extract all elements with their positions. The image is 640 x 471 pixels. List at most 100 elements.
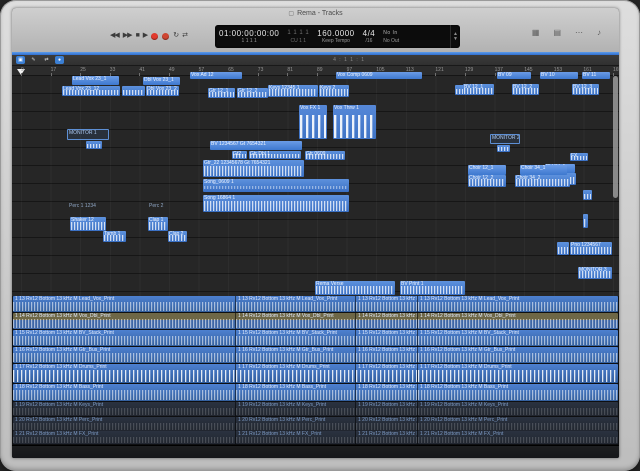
audio-region-segment[interactable]: 1 19 Rv12 Bottom 13 kHz M Keys_Print: [355, 402, 417, 416]
audio-region-segment[interactable]: 1 16 Rv12 Bottom 13 kHz M Gtr_Bus_Print: [13, 347, 235, 363]
pencil-tool[interactable]: ✎: [29, 56, 38, 64]
audio-region-segment[interactable]: 1 15 Rv12 Bottom 13 kHz M BV_Stack_Print: [235, 330, 355, 346]
audio-region-segment[interactable]: 1 17 Rv12 Bottom 13 kHz M Drums_Print: [355, 364, 417, 383]
region-clip[interactable]: Clap 2: [168, 231, 187, 242]
region-clip[interactable]: Choir 12_1: [468, 165, 506, 175]
audio-region-segment[interactable]: 1 14 Rv12 Bottom 13 kHz M Vox_Dbl_Print: [417, 313, 618, 329]
lcd-punch[interactable]: No In No Out: [379, 25, 403, 48]
region-clip[interactable]: [583, 214, 588, 228]
region-clip[interactable]: BV 12_1: [463, 84, 494, 95]
region-clip[interactable]: Lead Vox 23_12: [62, 86, 120, 96]
region-clip[interactable]: Choir 34_2: [515, 175, 570, 187]
region-clip[interactable]: Pno 1234567: [570, 242, 612, 255]
region-clip[interactable]: Vox Ad 12: [190, 72, 242, 79]
snap-toggle[interactable]: ▣: [16, 56, 25, 64]
region-clip[interactable]: BV 09: [497, 72, 531, 79]
lcd-tempo-mode[interactable]: Keep Tempo: [317, 38, 354, 44]
audio-region-segment[interactable]: 1 16 Rv12 Bottom 13 kHz M Gtr_Bus_Print: [417, 347, 618, 363]
vertical-scrollbar[interactable]: [613, 76, 618, 198]
cycle-button[interactable]: ↻: [173, 31, 178, 41]
audio-track-row[interactable]: 1 15 Rv12 Bottom 13 kHz M BV_Stack_Print…: [13, 330, 618, 346]
lcd-scroll-down-icon[interactable]: ▼: [453, 37, 458, 42]
arrange-area[interactable]: Vox Ad 12Vox Comp 0609BV 09BV 10BV 11Lea…: [12, 76, 619, 296]
region-clip[interactable]: Choir 34_1: [520, 165, 567, 175]
lcd-out-label[interactable]: No Out: [383, 38, 399, 44]
audio-track-row[interactable]: 1 16 Rv12 Bottom 13 kHz M Gtr_Bus_Print1…: [13, 347, 618, 363]
audio-region-segment[interactable]: 1 14 Rv12 Bottom 13 kHz M Vox_Dbl_Print: [13, 313, 235, 329]
region-clip[interactable]: Vox Thrw 1: [333, 105, 376, 139]
lcd-beats[interactable]: 1 1 1 1: [219, 38, 279, 44]
audio-region-segment[interactable]: 1 19 Rv12 Bottom 13 kHz M Keys_Print: [235, 402, 355, 416]
rewind-button[interactable]: ◀◀: [110, 31, 119, 41]
region-clip[interactable]: Gtr 12_1: [208, 88, 235, 98]
audio-region-segment[interactable]: 1 19 Rv12 Bottom 13 kHz M Keys_Print: [417, 402, 618, 416]
region-clip[interactable]: BV 12_3: [572, 84, 599, 95]
audio-region-segment[interactable]: 1 21 Rv12 Bottom 13 kHz M FX_Print: [417, 431, 618, 444]
view-grid-button[interactable]: ▦: [532, 28, 540, 38]
lcd-tempo-value[interactable]: 160.0000: [317, 29, 354, 38]
audio-region-segment[interactable]: 1 20 Rv12 Bottom 13 kHz M Perc_Print: [417, 417, 618, 431]
audio-region-segment[interactable]: 1 20 Rv12 Bottom 13 kHz M Perc_Print: [13, 417, 235, 431]
lcd-in-label[interactable]: No In: [383, 29, 399, 38]
region-clip[interactable]: Song 16864 1: [203, 195, 349, 212]
lcd-tempo[interactable]: 160.0000 Keep Tempo: [313, 25, 358, 48]
media-button[interactable]: ♪: [597, 28, 601, 38]
lcd-signature-value[interactable]: 4/4: [363, 29, 376, 38]
audio-region-segment[interactable]: 1 13 Rv12 Bottom 13 kHz M Lead_Vox_Print: [355, 296, 417, 312]
audio-region-segment[interactable]: 1 15 Rv12 Bottom 13 kHz M BV_Stack_Print: [417, 330, 618, 346]
stop-button[interactable]: ■: [136, 31, 139, 41]
marquee-tool[interactable]: ●: [55, 56, 64, 64]
audio-region-segment[interactable]: 1 13 Rv12 Bottom 13 kHz M Lead_Vox_Print: [235, 296, 355, 312]
region-clip[interactable]: [122, 86, 145, 96]
region-clip[interactable]: Vox FX 1: [299, 105, 327, 139]
audio-region-segment[interactable]: 1 16 Rv12 Bottom 13 kHz M Gtr_Bus_Print: [235, 347, 355, 363]
region-clip[interactable]: Dbl Vox 23_1: [143, 77, 180, 85]
region-clip[interactable]: BV 12_2: [512, 84, 539, 95]
region-clip[interactable]: [86, 141, 102, 149]
lcd-locators-top[interactable]: 1 1 1 1: [287, 29, 309, 38]
audio-region-segment[interactable]: 1 20 Rv12 Bottom 13 kHz M Perc_Print: [355, 417, 417, 431]
lcd-mode-stepper[interactable]: ▲ ▼: [450, 25, 460, 48]
region-clip[interactable]: Keys 12345 1: [268, 85, 318, 97]
region-clip[interactable]: [557, 242, 569, 255]
region-clip[interactable]: [497, 145, 510, 152]
region-clip[interactable]: BV 10: [540, 72, 578, 79]
crossfade-tool[interactable]: ⇄: [42, 56, 51, 64]
region-clip[interactable]: BV 1234567 Gt 7654321: [210, 141, 302, 150]
region-clip[interactable]: Tamb 1: [103, 231, 126, 242]
audio-region-segment[interactable]: 1 18 Rv12 Bottom 13 kHz M Bass_Print: [355, 384, 417, 401]
audio-region-segment[interactable]: 1 17 Rv12 Bottom 13 kHz M Drums_Print: [13, 364, 235, 383]
audio-region-segment[interactable]: 1 13 Rv12 Bottom 13 kHz M Lead_Vox_Print: [417, 296, 618, 312]
audio-track-row[interactable]: 1 19 Rv12 Bottom 13 kHz M Keys_Print1 19…: [13, 402, 618, 416]
lcd-division[interactable]: /16: [363, 38, 376, 44]
lcd-locators[interactable]: 1 1 1 1 CU 1 1: [283, 25, 313, 48]
audio-track-row[interactable]: 1 17 Rv12 Bottom 13 kHz M Drums_Print1 1…: [13, 364, 618, 383]
lcd-locators-bottom[interactable]: CU 1 1: [287, 38, 309, 44]
audio-region-segment[interactable]: 1 17 Rv12 Bottom 13 kHz M Drums_Print: [235, 364, 355, 383]
region-clip[interactable]: FX: [570, 153, 588, 161]
region-clip[interactable]: MONITOR 2: [490, 134, 520, 144]
forward-button[interactable]: ▶▶: [123, 31, 132, 41]
region-clip[interactable]: Gt2: [232, 151, 247, 159]
region-clip[interactable]: Song_0609 1: [203, 179, 349, 192]
region-clip[interactable]: Lead Vox 23_1: [72, 76, 119, 85]
lcd-position[interactable]: 01:00:00:00:00 1 1 1 1: [215, 25, 283, 48]
region-clip[interactable]: Perc 1 1234: [68, 203, 106, 214]
audio-region-segment[interactable]: 1 17 Rv12 Bottom 13 kHz M Drums_Print: [417, 364, 618, 383]
audio-region-segment[interactable]: 1 15 Rv12 Bottom 13 kHz M BV_Stack_Print: [355, 330, 417, 346]
audio-region-segment[interactable]: 1 18 Rv12 Bottom 13 kHz M Bass_Print: [235, 384, 355, 401]
region-clip[interactable]: Gtr_22 12345678 Gt 7654321: [203, 160, 304, 177]
lcd-signature[interactable]: 4/4 /16: [359, 25, 380, 48]
region-clip[interactable]: BV 11: [582, 72, 610, 79]
region-clip[interactable]: Gtr 12_2: [237, 88, 268, 98]
audio-track-row[interactable]: 1 14 Rv12 Bottom 13 kHz M Vox_Dbl_Print 1…: [13, 313, 618, 329]
region-clip[interactable]: Vox Comp 0609: [336, 72, 422, 79]
region-clip[interactable]: [583, 190, 592, 200]
play-button[interactable]: ▶: [143, 31, 147, 41]
region-clip[interactable]: Shaker 12: [70, 217, 106, 231]
audio-track-row[interactable]: 1 21 Rv12 Bottom 13 kHz M FX_Print1 21 R…: [13, 431, 618, 444]
replace-button[interactable]: ⇄: [182, 31, 187, 41]
audio-region-segment[interactable]: 1 21 Rv12 Bottom 13 kHz M FX_Print: [355, 431, 417, 444]
view-list-button[interactable]: ▤: [553, 28, 561, 38]
region-clip[interactable]: Choir 12_2: [468, 175, 506, 187]
